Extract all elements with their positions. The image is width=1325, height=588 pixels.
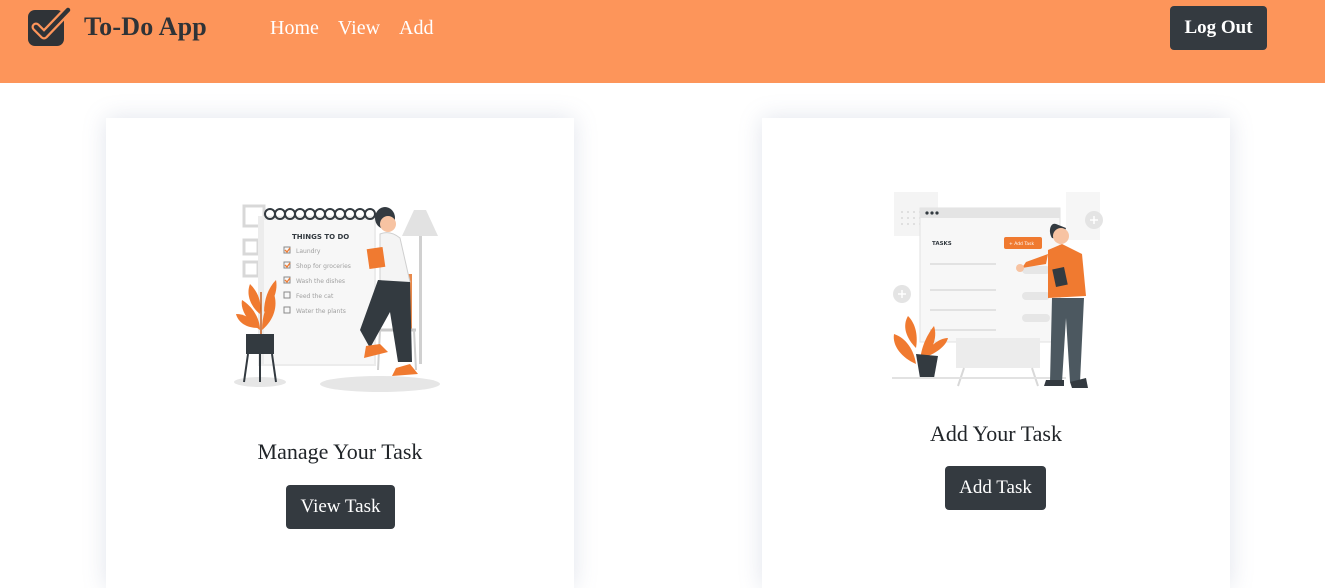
manage-task-card: THINGS TO DO Laundry Shop for groceries … xyxy=(106,118,574,588)
illus-add-task-button: + Add Task xyxy=(1009,241,1034,247)
brand[interactable]: To-Do App xyxy=(27,5,207,47)
illus-tasks-heading: TASKS xyxy=(932,241,952,247)
nav-link-view[interactable]: View xyxy=(338,14,380,42)
illus-item-5: Water the plants xyxy=(296,308,346,315)
illus-item-1: Laundry xyxy=(296,248,321,255)
checkbox-logo-icon xyxy=(27,5,73,47)
things-to-do-illustration: THINGS TO DO Laundry Shop for groceries … xyxy=(234,204,440,392)
add-task-card: TASKS + Add Task Add Your Task Add Task xyxy=(762,118,1230,588)
view-task-button[interactable]: View Task xyxy=(286,485,395,529)
illus-item-4: Feed the cat xyxy=(296,293,334,300)
nav-link-add[interactable]: Add xyxy=(399,14,433,42)
navbar: To-Do App Home View Add Log Out xyxy=(0,0,1325,83)
brand-title: To-Do App xyxy=(84,12,207,41)
logout-button[interactable]: Log Out xyxy=(1170,6,1267,50)
add-task-button[interactable]: Add Task xyxy=(945,466,1046,510)
add-task-title: Add Your Task xyxy=(930,421,1062,446)
add-task-illustration: TASKS + Add Task xyxy=(892,192,1103,388)
illus-item-3: Wash the dishes xyxy=(296,278,345,285)
nav-link-home[interactable]: Home xyxy=(270,14,319,42)
illus-item-2: Shop for groceries xyxy=(296,263,351,270)
nav-links: Home View Add xyxy=(270,14,433,42)
illus-heading: THINGS TO DO xyxy=(292,233,349,241)
manage-task-title: Manage Your Task xyxy=(257,439,423,464)
